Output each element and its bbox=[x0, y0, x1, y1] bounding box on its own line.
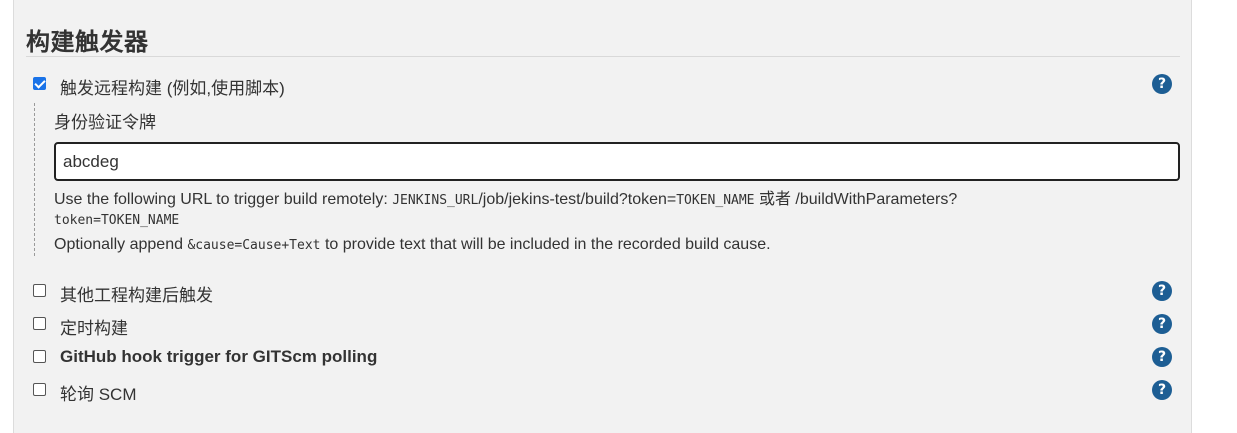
schedule-trigger-label[interactable]: 定时构建 bbox=[60, 314, 128, 339]
desc-code-token-param: token=TOKEN_NAME bbox=[54, 213, 180, 228]
auth-token-label: 身份验证令牌 bbox=[54, 113, 156, 132]
nested-options-border bbox=[34, 103, 35, 256]
desc-code-jenkins-url: JENKINS_URL bbox=[392, 193, 479, 208]
schedule-trigger-checkbox[interactable] bbox=[33, 317, 46, 330]
desc-or-text: 或者 /buildWithParameters? bbox=[754, 191, 958, 208]
desc-prefix: Use the following URL to trigger build r… bbox=[54, 191, 393, 208]
config-panel bbox=[13, 0, 1192, 433]
help-icon-remote-trigger[interactable]: ? bbox=[1152, 74, 1172, 94]
cause-description: Optionally append &cause=Cause+Text to p… bbox=[54, 236, 771, 254]
help-icon-upstream-trigger[interactable]: ? bbox=[1152, 281, 1172, 301]
help-icon-schedule-trigger[interactable]: ? bbox=[1152, 314, 1172, 334]
trigger-url-description-cont: token=TOKEN_NAME bbox=[54, 211, 179, 229]
desc-optional-suffix: to provide text that will be included in… bbox=[320, 236, 771, 253]
trigger-url-description: Use the following URL to trigger build r… bbox=[54, 185, 957, 209]
auth-token-input[interactable] bbox=[54, 142, 1180, 181]
help-icon-poll-scm[interactable]: ? bbox=[1152, 380, 1172, 400]
github-hook-checkbox[interactable] bbox=[33, 350, 46, 363]
desc-url-path: /job/jekins-test/build?token= bbox=[478, 191, 677, 208]
desc-optional-prefix: Optionally append bbox=[54, 236, 188, 253]
help-icon-github-hook[interactable]: ? bbox=[1152, 347, 1172, 367]
section-divider bbox=[26, 56, 1180, 57]
upstream-trigger-checkbox[interactable] bbox=[33, 284, 46, 297]
github-hook-label[interactable]: GitHub hook trigger for GITScm polling bbox=[60, 347, 377, 367]
section-title: 构建触发器 bbox=[26, 29, 149, 56]
poll-scm-label[interactable]: 轮询 SCM bbox=[60, 380, 137, 405]
poll-scm-checkbox[interactable] bbox=[33, 383, 46, 396]
upstream-trigger-label[interactable]: 其他工程构建后触发 bbox=[60, 281, 213, 306]
desc-code-cause: &cause=Cause+Text bbox=[187, 238, 321, 253]
remote-trigger-checkbox[interactable] bbox=[33, 77, 46, 90]
desc-code-token-name: TOKEN_NAME bbox=[676, 193, 755, 208]
remote-trigger-label[interactable]: 触发远程构建 (例如,使用脚本) bbox=[60, 74, 285, 99]
